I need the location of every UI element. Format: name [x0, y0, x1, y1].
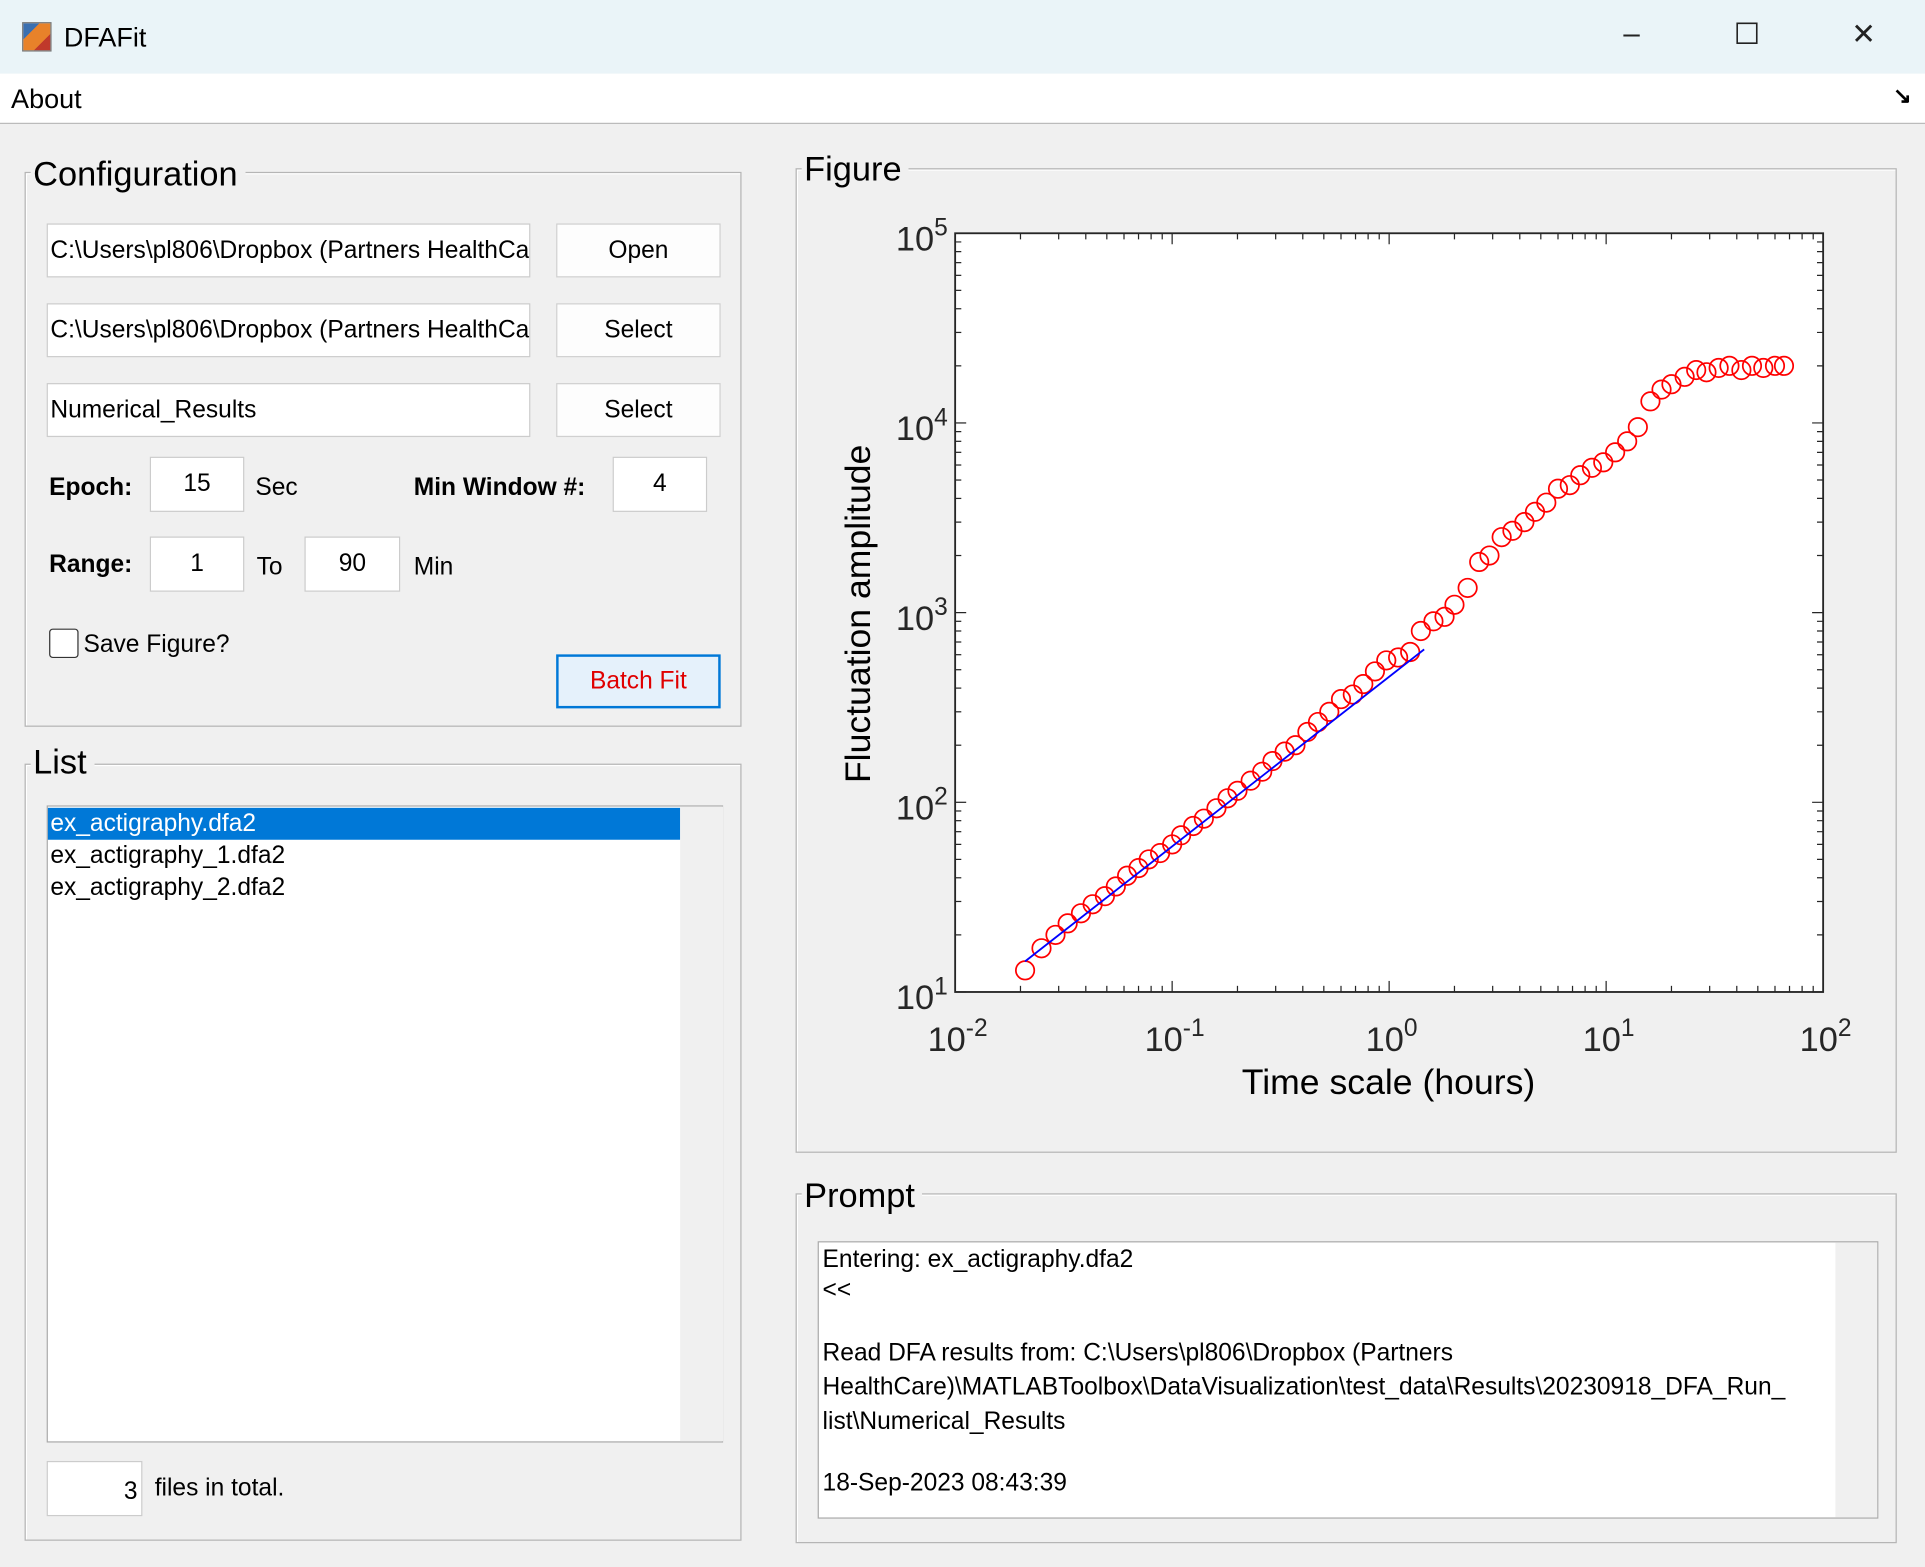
- x-tick-label: 10-1: [1145, 1015, 1205, 1059]
- min-window-label: Min Window #:: [413, 473, 586, 501]
- range-unit: Min: [413, 553, 454, 581]
- min-window-field[interactable]: 4: [612, 456, 708, 512]
- output-path-field[interactable]: C:\Users\pl806\Dropbox (Partners HealthC…: [46, 303, 531, 358]
- file-listbox[interactable]: ex_actigraphy.dfa2 ex_actigraphy_1.dfa2 …: [46, 805, 724, 1443]
- x-tick-label: 101: [1583, 1015, 1635, 1059]
- prompt-line: <<: [822, 1276, 852, 1304]
- list-title: List: [30, 742, 95, 783]
- y-tick-label: 103: [896, 594, 948, 638]
- prompt-output: Entering: ex_actigraphy.dfa2 << Read DFA…: [817, 1241, 1879, 1519]
- x-tick-label: 10-2: [928, 1015, 988, 1059]
- prompt-title: Prompt: [801, 1176, 923, 1216]
- y-tick-label: 102: [896, 784, 948, 828]
- window-title: DFAFit: [63, 22, 147, 53]
- results-name-field[interactable]: Numerical_Results: [46, 383, 531, 438]
- range-from-field[interactable]: 1: [149, 536, 245, 592]
- prompt-timestamp: 18-Sep-2023 08:43:39: [822, 1469, 1067, 1497]
- toolbar-toggle-icon[interactable]: ↘: [1893, 83, 1912, 109]
- range-to-label: To: [256, 553, 283, 581]
- menu-about[interactable]: About: [11, 83, 82, 115]
- close-button[interactable]: ✕: [1839, 17, 1888, 53]
- epoch-unit: Sec: [255, 473, 298, 501]
- list-scrollbar[interactable]: [680, 806, 724, 1442]
- title-bar: DFAFit – ☐ ✕: [0, 0, 1925, 74]
- minimize-button[interactable]: –: [1607, 17, 1656, 51]
- prompt-line: list\Numerical_Results: [822, 1408, 1066, 1436]
- select-results-button[interactable]: Select: [556, 383, 721, 438]
- y-tick-label: 101: [896, 973, 948, 1017]
- prompt-line: Entering: ex_actigraphy.dfa2: [822, 1246, 1134, 1274]
- range-label: Range:: [49, 551, 133, 579]
- epoch-field[interactable]: 15: [149, 456, 245, 512]
- y-tick-label: 105: [896, 215, 948, 259]
- configuration-title: Configuration: [30, 154, 246, 194]
- save-figure-label[interactable]: Save Figure?: [83, 631, 229, 659]
- file-count-label: files in total.: [154, 1474, 285, 1502]
- menu-bar: About ↘: [0, 73, 1925, 124]
- prompt-scrollbar[interactable]: [1835, 1242, 1878, 1518]
- dfa-chart: 10-2 10-1 100 101 102 101 102 103 104 105: [896, 215, 1852, 1059]
- x-axis-label: Time scale (hours): [1241, 1063, 1536, 1103]
- prompt-line: Read DFA results from: C:\Users\pl806\Dr…: [822, 1339, 1454, 1367]
- file-count-field: 3: [46, 1460, 143, 1517]
- batch-fit-button[interactable]: Batch Fit: [556, 654, 721, 709]
- list-item[interactable]: ex_actigraphy_1.dfa2: [48, 840, 680, 872]
- x-tick-label: 102: [1800, 1015, 1852, 1059]
- figure-title: Figure: [801, 149, 909, 190]
- maximize-button[interactable]: ☐: [1722, 17, 1771, 53]
- plot-area: [954, 232, 1825, 993]
- open-button[interactable]: Open: [556, 223, 721, 278]
- range-to-field[interactable]: 90: [304, 536, 401, 592]
- prompt-line: HealthCare)\MATLABToolbox\DataVisualizat…: [822, 1373, 1786, 1401]
- select-output-button[interactable]: Select: [556, 303, 721, 358]
- list-item-selected[interactable]: ex_actigraphy.dfa2: [47, 807, 681, 840]
- x-tick-label: 100: [1366, 1015, 1418, 1059]
- list-item[interactable]: ex_actigraphy_2.dfa2: [48, 872, 680, 904]
- epoch-label: Epoch:: [49, 473, 133, 501]
- matlab-logo-icon: [22, 22, 52, 52]
- input-path-field[interactable]: C:\Users\pl806\Dropbox (Partners HealthC…: [46, 223, 531, 278]
- y-tick-label: 104: [896, 404, 948, 448]
- y-axis-label: Fluctuation amplitude: [839, 444, 879, 784]
- save-figure-checkbox[interactable]: [49, 628, 79, 659]
